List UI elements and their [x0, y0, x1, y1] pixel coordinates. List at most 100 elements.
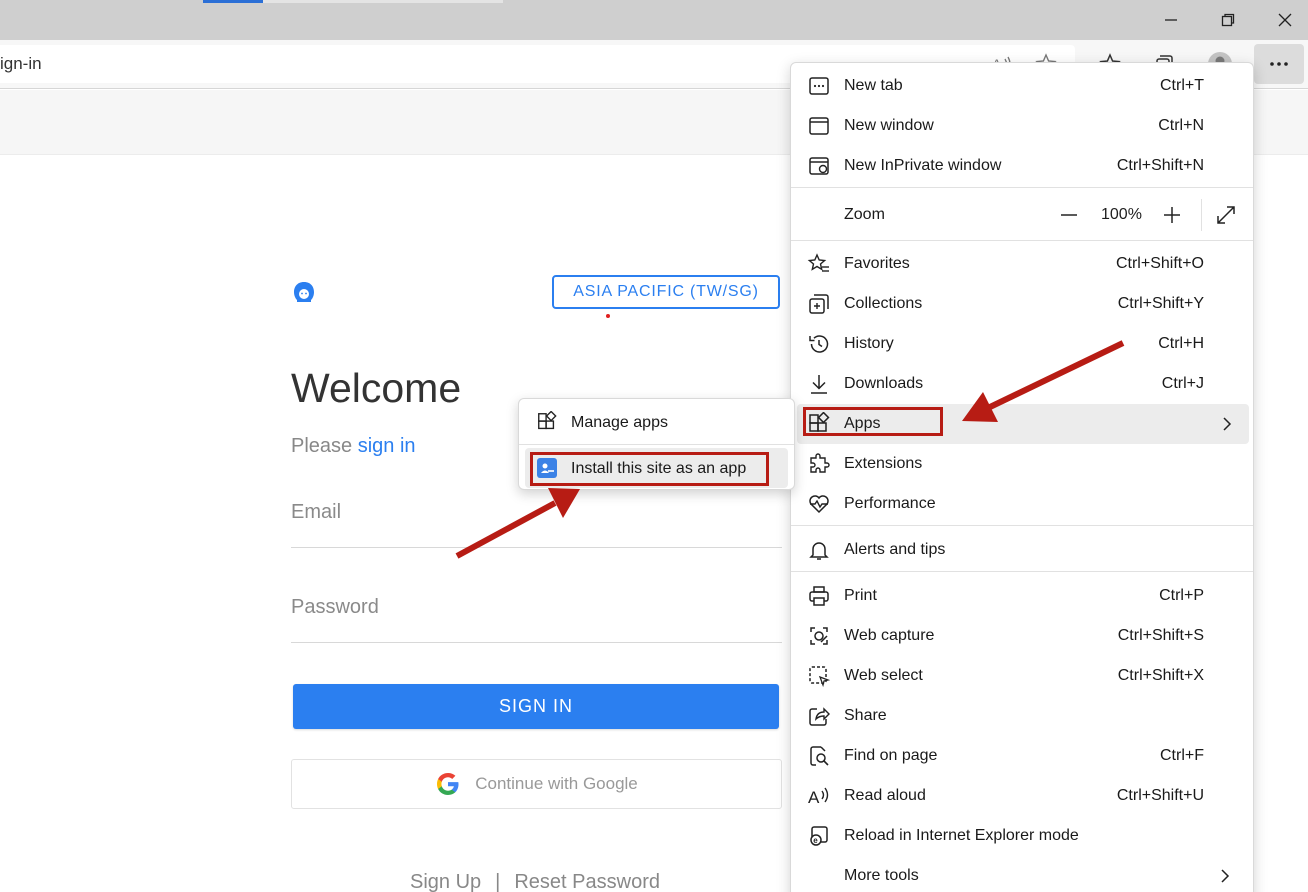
- reset-password-link[interactable]: Reset Password: [514, 871, 660, 892]
- settings-and-more-button[interactable]: [1254, 44, 1304, 84]
- password-field[interactable]: Password: [291, 596, 379, 619]
- inprivate-icon: [809, 157, 829, 175]
- region-selector-button[interactable]: ASIA PACIFIC (TW/SG): [552, 275, 780, 309]
- performance-heart-icon: [809, 495, 829, 514]
- menu-shortcut: Ctrl+P: [1159, 587, 1204, 604]
- menu-item-alerts-and-tips[interactable]: Alerts and tips: [791, 530, 1253, 570]
- chevron-right-icon: [1221, 869, 1230, 883]
- sign-in-button[interactable]: SIGN IN: [293, 684, 779, 729]
- menu-label: Read aloud: [844, 787, 926, 804]
- zoom-out-button[interactable]: [1059, 195, 1079, 235]
- menu-item-new-window[interactable]: New window Ctrl+N: [791, 106, 1253, 146]
- menu-item-favorites[interactable]: Favorites Ctrl+Shift+O: [791, 244, 1253, 284]
- find-on-page-icon: [810, 746, 829, 766]
- menu-item-ie-mode[interactable]: e Reload in Internet Explorer mode: [791, 816, 1253, 856]
- close-window-button[interactable]: [1270, 5, 1300, 35]
- menu-item-history[interactable]: History Ctrl+H: [791, 324, 1253, 364]
- read-aloud-icon: A: [808, 787, 829, 807]
- submenu-divider: [519, 444, 794, 445]
- install-app-highlight-box: [530, 452, 769, 486]
- menu-label: New InPrivate window: [844, 157, 1002, 174]
- zoom-in-button[interactable]: [1162, 195, 1182, 235]
- menu-item-performance[interactable]: Performance: [791, 484, 1253, 524]
- menu-label: Favorites: [844, 255, 910, 272]
- new-tab-icon: [809, 77, 829, 95]
- menu-label: Extensions: [844, 455, 923, 472]
- google-sign-in-button[interactable]: Continue with Google: [291, 759, 782, 809]
- menu-shortcut: Ctrl+J: [1161, 375, 1204, 392]
- web-select-icon: [809, 666, 831, 688]
- menu-shortcut: Ctrl+Shift+S: [1117, 627, 1204, 644]
- sign-up-link[interactable]: Sign Up: [410, 871, 481, 892]
- share-icon: [809, 707, 830, 726]
- sign-in-link[interactable]: sign in: [358, 435, 416, 457]
- menu-label: Web capture: [844, 627, 935, 644]
- menu-item-collections[interactable]: Collections Ctrl+Shift+Y: [791, 284, 1253, 324]
- chevron-right-icon: [1223, 417, 1232, 431]
- menu-label: Performance: [844, 495, 936, 512]
- submenu-item-manage-apps[interactable]: Manage apps: [519, 402, 794, 442]
- zoom-value: 100%: [1101, 206, 1142, 223]
- menu-shortcut: Ctrl+Shift+X: [1117, 667, 1204, 684]
- menu-item-web-select[interactable]: Web select Ctrl+Shift+X: [791, 656, 1253, 696]
- submenu-label: Manage apps: [571, 414, 668, 431]
- restore-button[interactable]: [1213, 5, 1243, 35]
- settings-menu: New tab Ctrl+T New window Ctrl+N New InP…: [790, 62, 1254, 892]
- menu-item-new-tab[interactable]: New tab Ctrl+T: [791, 66, 1253, 106]
- menu-shortcut: Ctrl+Shift+N: [1116, 157, 1204, 174]
- menu-label: History: [844, 335, 894, 352]
- menu-label: Web select: [844, 667, 923, 684]
- site-logo-icon: [294, 282, 314, 302]
- menu-divider: [791, 525, 1253, 526]
- menu-item-extensions[interactable]: Extensions: [791, 444, 1253, 484]
- notification-dot: [606, 314, 610, 318]
- menu-shortcut: Ctrl+Shift+U: [1116, 787, 1204, 804]
- web-capture-icon: [810, 627, 828, 645]
- email-field[interactable]: Email: [291, 501, 341, 524]
- favorites-icon: [807, 253, 829, 272]
- menu-item-downloads[interactable]: Downloads Ctrl+J: [791, 364, 1253, 404]
- google-logo-icon: [437, 773, 459, 795]
- close-icon: [1278, 13, 1292, 27]
- menu-shortcut: Ctrl+N: [1158, 117, 1204, 134]
- internet-explorer-icon: e: [810, 826, 828, 846]
- menu-item-print[interactable]: Print Ctrl+P: [791, 576, 1253, 616]
- minimize-button[interactable]: [1156, 5, 1186, 35]
- collections-icon: [809, 294, 829, 314]
- menu-label: Reload in Internet Explorer mode: [844, 827, 1079, 844]
- please-text: Please: [291, 435, 353, 457]
- history-icon: [809, 335, 829, 353]
- menu-item-find-on-page[interactable]: Find on page Ctrl+F: [791, 736, 1253, 776]
- ellipsis-icon: [1270, 62, 1288, 66]
- tab-strip-hint: [263, 0, 503, 3]
- new-window-icon: [809, 117, 829, 135]
- download-icon: [811, 375, 827, 394]
- menu-item-more-tools[interactable]: More tools: [791, 856, 1253, 892]
- active-tab-indicator: [203, 0, 263, 3]
- menu-shortcut: Ctrl+Shift+O: [1115, 255, 1204, 272]
- svg-text:A: A: [808, 788, 820, 807]
- minimize-icon: [1165, 19, 1177, 21]
- menu-label: More tools: [844, 867, 919, 884]
- minus-icon: [1061, 214, 1077, 216]
- apps-highlight-box: [803, 407, 943, 436]
- menu-item-read-aloud[interactable]: A Read aloud Ctrl+Shift+U: [791, 776, 1253, 816]
- address-url: ign-in: [0, 54, 42, 73]
- fullscreen-button[interactable]: [1216, 195, 1236, 235]
- title-bar: [0, 0, 1308, 40]
- menu-label: Find on page: [844, 747, 938, 764]
- google-button-label: Continue with Google: [475, 774, 638, 793]
- menu-item-new-inprivate-window[interactable]: New InPrivate window Ctrl+Shift+N: [791, 146, 1253, 186]
- menu-label: New tab: [844, 77, 903, 94]
- menu-item-share[interactable]: Share: [791, 696, 1253, 736]
- menu-label: Alerts and tips: [844, 541, 946, 558]
- arrow-pointing-to-install-app: [455, 488, 580, 559]
- restore-icon: [1221, 13, 1235, 27]
- menu-divider: [791, 571, 1253, 572]
- menu-label: Downloads: [844, 375, 924, 392]
- menu-item-web-capture[interactable]: Web capture Ctrl+Shift+S: [791, 616, 1253, 656]
- sign-in-prompt: Please sign in: [291, 435, 416, 458]
- page-title: Welcome: [291, 365, 462, 411]
- plus-icon: [1164, 207, 1180, 223]
- menu-label: Print: [844, 587, 877, 604]
